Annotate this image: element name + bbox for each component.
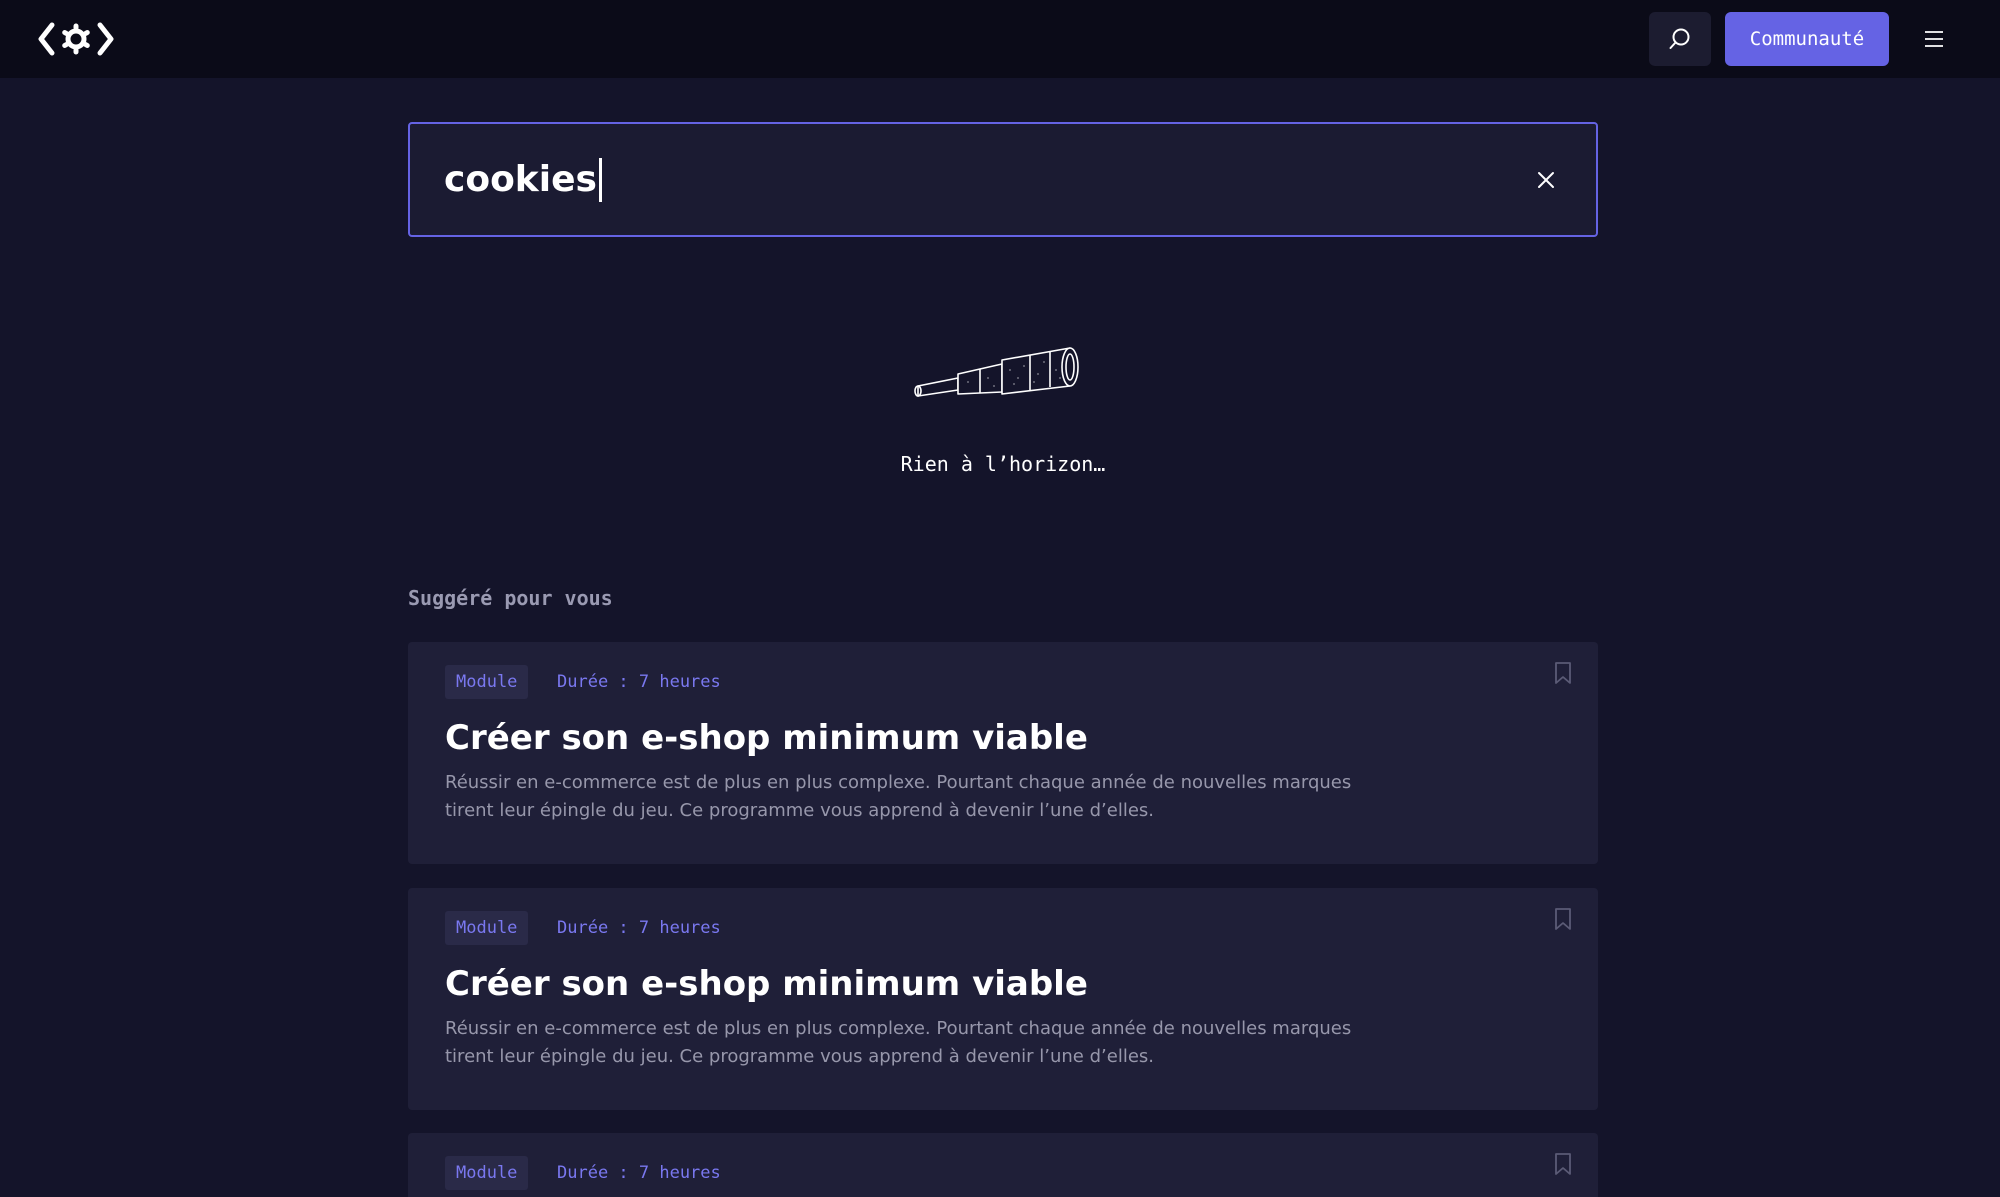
menu-button[interactable] [1919,24,1949,54]
module-tag: Module [445,911,529,945]
duration-label: Durée : 7 heures [557,672,721,692]
bookmark-icon[interactable] [1553,907,1573,931]
search-input[interactable]: cookies [408,122,1598,237]
suggestions-heading: Suggéré pour vous [408,586,613,610]
duration-label: Durée : 7 heures [557,1163,721,1183]
top-navigation-bar: Communauté [0,0,2000,78]
duration-label: Durée : 7 heures [557,918,721,938]
card-description: Réussir en e-commerce est de plus en plu… [445,1018,1352,1067]
telescope-icon [914,347,1079,397]
suggestion-card[interactable]: Module Durée : 7 heures Créer son e-shop… [408,888,1598,1110]
suggestion-card[interactable]: Module Durée : 7 heures [408,1133,1598,1197]
module-tag: Module [445,1156,529,1190]
empty-state-message: Rien à l’horizon… [900,452,1106,476]
close-icon [1538,172,1554,188]
card-title[interactable]: Créer son e-shop minimum viable [445,964,1088,1004]
search-icon [1669,28,1690,49]
bookmark-icon[interactable] [1553,661,1573,685]
search-input-value[interactable]: cookies [444,158,602,202]
code-gear-logo-icon [38,22,114,56]
clear-search-button[interactable] [1528,162,1564,198]
bookmark-icon[interactable] [1553,1152,1573,1176]
empty-results-state: Rien à l’horizon… [408,330,1598,490]
community-button[interactable]: Communauté [1725,12,1889,66]
community-button-label: Communauté [1749,28,1865,50]
module-tag: Module [445,665,529,699]
search-button[interactable] [1649,12,1711,66]
card-title[interactable]: Créer son e-shop minimum viable [445,718,1088,758]
card-description: Réussir en e-commerce est de plus en plu… [445,772,1352,821]
hamburger-menu-icon [1925,31,1943,47]
logo[interactable] [38,20,114,58]
suggestion-card[interactable]: Module Durée : 7 heures Créer son e-shop… [408,642,1598,864]
